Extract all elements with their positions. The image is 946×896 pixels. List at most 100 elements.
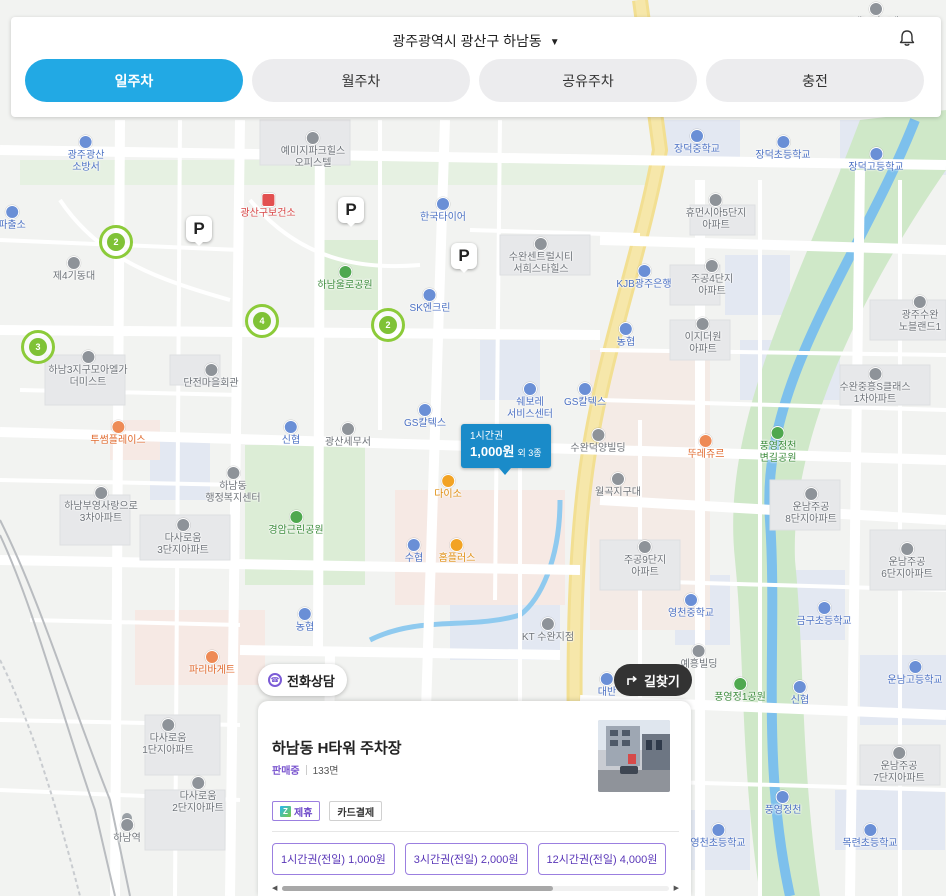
- tab-daily-parking[interactable]: 일주차: [25, 59, 243, 102]
- phone-consult-button[interactable]: ☎ 전화상담: [258, 664, 347, 696]
- map-poi[interactable]: 월곡지구대: [595, 472, 641, 499]
- scroll-left-icon[interactable]: ◀: [272, 884, 282, 892]
- directions-button[interactable]: 길찾기: [614, 664, 692, 696]
- map-poi[interactable]: 수완덕양빌딩: [570, 428, 626, 455]
- map-poi[interactable]: 광산세무서: [325, 422, 371, 449]
- map-poi[interactable]: 수협: [405, 538, 423, 565]
- map-poi[interactable]: 신협: [282, 420, 300, 447]
- map-poi[interactable]: 수완중흥S클래스 1차아파트: [839, 367, 911, 406]
- location-label: 광주광역시 광산구 하남동: [392, 33, 542, 49]
- map-poi[interactable]: 영천중학교: [668, 593, 714, 620]
- map-poi[interactable]: 금구초등학교: [796, 601, 852, 628]
- map-poi[interactable]: 운남주공 6단지아파트: [881, 542, 933, 581]
- map-poi[interactable]: GS칼텍스: [404, 403, 446, 430]
- parking-marker[interactable]: P: [451, 243, 477, 273]
- map-poi[interactable]: 뚜레쥬르: [688, 434, 724, 461]
- parking-marker[interactable]: P: [186, 216, 212, 246]
- tab-charging[interactable]: 충전: [706, 59, 924, 102]
- poi-label: 하남역: [113, 833, 141, 844]
- price-pin-title: 1시간권: [470, 431, 504, 442]
- map-poi[interactable]: 광주광산 소방서: [68, 135, 104, 174]
- poi-marker-icon: [225, 466, 240, 480]
- map-poi[interactable]: SK엔크린: [410, 288, 450, 315]
- poi-label: 운남고등학교: [887, 675, 943, 686]
- map-poi[interactable]: 하남동 행정복지센터: [205, 466, 261, 505]
- map-poi[interactable]: 풍영정1공원: [714, 677, 766, 704]
- map-poi[interactable]: 이지더원 아파트: [685, 317, 721, 356]
- ticket-12h[interactable]: 12시간권(전일) 4,000원: [537, 843, 667, 875]
- selected-parking-price-pin[interactable]: 1시간권 1,000원 외 3종: [461, 424, 551, 475]
- map-poi[interactable]: 투썸플레이스: [90, 420, 146, 447]
- map-poi[interactable]: 다사로움 1단지아파트: [142, 718, 194, 757]
- parking-marker[interactable]: P: [338, 197, 364, 227]
- poi-label: 운남주공 7단지아파트: [873, 761, 925, 784]
- poi-marker-icon: [611, 472, 625, 486]
- bell-icon[interactable]: [899, 29, 915, 47]
- poi-label: KT 수완지점: [521, 632, 575, 643]
- tab-monthly-parking[interactable]: 월주차: [252, 59, 470, 102]
- map-poi[interactable]: 신협: [791, 680, 809, 707]
- parking-cluster[interactable]: 4: [245, 304, 279, 338]
- poi-marker-icon: [203, 363, 218, 377]
- poi-label: 수완센트럴시티 서희스타힐스: [508, 252, 574, 275]
- parking-lot-card[interactable]: 하남동 H타워 주차장 판매중 133면 Z 제휴 카드결제 1시간권(전일) 1…: [258, 701, 691, 896]
- map-poi[interactable]: 한국타이어: [420, 197, 466, 224]
- map-poi[interactable]: 경암근린공원: [268, 510, 324, 537]
- parking-cluster[interactable]: 2: [99, 225, 133, 259]
- ticket-3h[interactable]: 3시간권(전일) 2,000원: [404, 843, 528, 875]
- map-poi[interactable]: KT 수완지점: [522, 617, 574, 644]
- map-poi[interactable]: 운남고등학교: [887, 660, 943, 687]
- map-poi[interactable]: 풍영정천 변길공원: [760, 426, 796, 465]
- poi-label: 하남동 행정복지센터: [205, 481, 261, 504]
- map-poi[interactable]: 광주수완 노블랜드1: [899, 295, 941, 334]
- poi-marker-icon: [534, 237, 548, 251]
- poi-marker-icon: [93, 486, 108, 500]
- map-poi[interactable]: 홈플러스: [439, 538, 475, 565]
- poi-marker-icon: [306, 131, 320, 145]
- map-poi[interactable]: 수완센트럴시티 서희스타힐스: [509, 237, 573, 276]
- map-poi[interactable]: 장덕고등학교: [848, 147, 904, 174]
- map-poi[interactable]: 하남부영사랑으로 3차아파트: [64, 486, 138, 525]
- map-poi[interactable]: 다이소: [434, 474, 462, 501]
- map-poi[interactable]: 영천초등학교: [690, 823, 746, 850]
- scroll-thumb[interactable]: [282, 885, 553, 891]
- map-poi[interactable]: GS칼텍스: [564, 382, 606, 409]
- top-panel: 광주광역시 광산구 하남동 ▼ 일주차 월주차 공유주차 충전: [11, 17, 941, 117]
- map-poi[interactable]: 장덕중학교: [674, 129, 720, 156]
- poi-marker-icon: [699, 434, 713, 448]
- map-poi[interactable]: 파출소: [0, 205, 26, 232]
- map-poi[interactable]: 농협: [296, 607, 314, 634]
- map-poi[interactable]: 다사로움 2단지아파트: [172, 776, 224, 815]
- map-poi[interactable]: 목련초등학교: [842, 823, 898, 850]
- map-poi[interactable]: 풍영정천: [765, 790, 801, 817]
- map-poi[interactable]: 하남역: [113, 818, 141, 845]
- map-poi[interactable]: 농협: [617, 322, 635, 349]
- map-poi[interactable]: 운남주공 7단지아파트: [873, 746, 925, 785]
- poi-marker-icon: [619, 322, 633, 336]
- ticket-scrollbar[interactable]: ◀ ▶: [272, 884, 679, 892]
- ticket-1h[interactable]: 1시간권(전일) 1,000원: [272, 843, 395, 875]
- map-poi[interactable]: 파리바게트: [189, 650, 235, 677]
- map-poi[interactable]: 운남주공 8단지아파트: [785, 487, 837, 526]
- map-poi[interactable]: 주공9단지 아파트: [624, 540, 666, 579]
- map-poi[interactable]: 광산구보건소: [240, 193, 296, 220]
- location-selector[interactable]: 광주광역시 광산구 하남동 ▼: [11, 31, 941, 51]
- poi-marker-icon: [80, 350, 95, 364]
- map-poi[interactable]: 예미지파크힐스 오피스텔: [281, 131, 345, 170]
- map-poi[interactable]: 단전마을회관: [183, 363, 239, 390]
- map-poi[interactable]: 다사로움 3단지아파트: [157, 518, 209, 557]
- map-poi[interactable]: 장덕초등학교: [755, 135, 811, 162]
- tab-shared-parking[interactable]: 공유주차: [479, 59, 697, 102]
- poi-label: 하남울로공원: [317, 280, 373, 291]
- parking-cluster[interactable]: 2: [371, 308, 405, 342]
- parking-lot-photo[interactable]: [598, 720, 670, 792]
- map-poi[interactable]: 휴먼시아5단지 아파트: [686, 193, 746, 232]
- map-poi[interactable]: 하남울로공원: [317, 265, 373, 292]
- scroll-right-icon[interactable]: ▶: [669, 884, 679, 892]
- map-poi[interactable]: 제4기동대: [53, 256, 95, 283]
- map-poi[interactable]: KJB광주은행: [616, 264, 672, 291]
- parking-cluster[interactable]: 3: [21, 330, 55, 364]
- map-poi[interactable]: 하남3지구모아엘가 더미스트: [48, 350, 128, 389]
- map-poi[interactable]: 쉐보레 서비스센터: [507, 382, 553, 421]
- map-poi[interactable]: 주공4단지 아파트: [691, 259, 733, 298]
